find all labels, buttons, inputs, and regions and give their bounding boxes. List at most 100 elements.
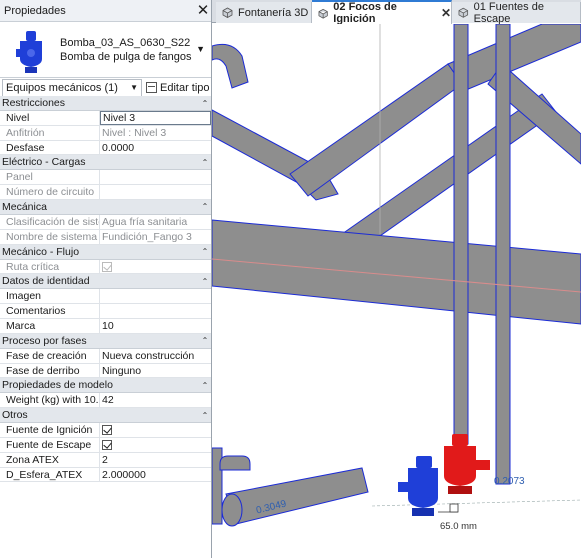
property-value: Fundición_Fango 3 <box>102 230 192 243</box>
property-value: Nivel : Nivel 3 <box>102 126 167 139</box>
property-row: Marca 10 <box>0 318 211 334</box>
group-label: Mecánico - Flujo <box>2 245 80 258</box>
tab-fontaneria-3d[interactable]: Fontanería 3D <box>216 2 312 23</box>
collapse-chevron-icon[interactable]: ⌃ <box>199 158 211 167</box>
collapse-chevron-icon[interactable]: ⌃ <box>199 277 211 286</box>
group-header[interactable]: Otros ⌃ <box>0 408 211 424</box>
property-name: Fuente de Ignición <box>0 423 100 437</box>
red-pump[interactable] <box>444 434 490 494</box>
close-icon[interactable]: ✕ <box>195 0 211 22</box>
property-row: Anfitrión Nivel : Nivel 3 <box>0 125 211 141</box>
group-label: Eléctrico - Cargas <box>2 156 86 169</box>
filter-row: Equipos mecánicos (1) ▼ Editar tipo <box>0 78 211 98</box>
group-label: Restricciones <box>2 97 66 109</box>
property-name: Ruta crítica <box>0 259 100 274</box>
group-label: Mecánica <box>2 200 47 213</box>
collapse-chevron-icon[interactable]: ⌃ <box>199 99 211 108</box>
property-value[interactable] <box>100 289 211 303</box>
group-header[interactable]: Restricciones ⌃ <box>0 96 211 111</box>
property-row: Fuente de Escape <box>0 437 211 453</box>
property-value[interactable]: Nueva construcción <box>100 349 211 363</box>
property-row: Panel <box>0 170 211 186</box>
group-header[interactable]: Propiedades de modelo ⌃ <box>0 378 211 394</box>
tab-label: 01 Fuentes de Escape <box>473 0 544 25</box>
edit-type-label: Editar tipo <box>160 81 210 94</box>
group-header[interactable]: Eléctrico - Cargas ⌃ <box>0 155 211 171</box>
property-name: Anfitrión <box>0 125 100 140</box>
property-name: Nombre de sistema <box>0 229 100 244</box>
collapse-chevron-icon[interactable]: ⌃ <box>199 247 211 256</box>
property-checkbox-cell[interactable] <box>100 423 211 437</box>
pipe-vertical-riser-1[interactable] <box>453 24 469 445</box>
3d-view-icon <box>318 8 328 19</box>
pipe-cap[interactable] <box>219 455 251 471</box>
property-row: Weight (kg) with 10... 42 <box>0 393 211 409</box>
edit-type-button[interactable]: Editar tipo <box>146 82 210 94</box>
property-row: Imagen <box>0 289 211 305</box>
property-value[interactable]: Nivel 3 <box>100 111 211 125</box>
property-row: Comentarios <box>0 304 211 319</box>
property-checkbox-cell <box>100 260 211 274</box>
collapse-chevron-icon[interactable]: ⌃ <box>199 381 211 390</box>
pipe-lower-diagonal[interactable] <box>225 467 369 525</box>
type-dropdown-icon[interactable]: ▼ <box>196 44 205 54</box>
checkbox[interactable] <box>102 425 112 436</box>
edit-type-icon <box>146 82 157 93</box>
collapse-chevron-icon[interactable]: ⌃ <box>199 411 211 420</box>
property-row: Número de circuito <box>0 185 211 200</box>
palette-title: Propiedades <box>4 4 66 17</box>
collapse-chevron-icon[interactable]: ⌃ <box>199 202 211 211</box>
tab-fuentes-de-escape[interactable]: 01 Fuentes de Escape <box>452 0 581 25</box>
checkbox <box>102 261 112 272</box>
view-tabs: Fontanería 3D 02 Focos de Ignición ✕ 01 … <box>212 0 581 25</box>
tab-label: 02 Focos de Ignición <box>333 1 397 25</box>
property-value[interactable]: 42 <box>100 393 211 407</box>
property-value[interactable]: 2 <box>100 453 211 467</box>
type-family: Bomba_03_AS_0630_S22 <box>60 36 191 49</box>
group-header[interactable]: Proceso por fases ⌃ <box>0 333 211 349</box>
3d-view-icon <box>458 7 469 18</box>
group-label: Otros <box>2 409 28 422</box>
group-header[interactable]: Mecánica ⌃ <box>0 199 211 215</box>
property-value[interactable]: Ninguno <box>100 364 211 378</box>
pipe-vertical-riser-2[interactable] <box>495 24 511 485</box>
pipe-horizontal-main[interactable] <box>212 219 581 325</box>
group-label: Proceso por fases <box>2 334 87 347</box>
checkbox[interactable] <box>102 439 112 450</box>
property-name: Marca <box>0 318 100 333</box>
properties-grid: Restricciones ⌃ Nivel Nivel 3 Anfitrión Nivel… <box>0 96 211 558</box>
close-tab-icon[interactable]: ✕ <box>441 6 451 20</box>
category-filter-select[interactable]: Equipos mecánicos (1) ▼ <box>2 78 142 97</box>
property-value: Agua fría sanitaria <box>102 215 188 228</box>
property-row: Zona ATEX 2 <box>0 452 211 468</box>
pipe-end-flange[interactable] <box>221 493 243 527</box>
pipe-elbow-top-left[interactable] <box>212 43 249 89</box>
property-checkbox-cell[interactable] <box>100 438 211 452</box>
collapse-chevron-icon[interactable]: ⌃ <box>199 336 211 345</box>
group-header[interactable]: Datos de identidad ⌃ <box>0 274 211 290</box>
property-name: Panel <box>0 170 100 185</box>
property-value <box>100 170 211 184</box>
property-value[interactable]: 2.000000 <box>100 468 211 482</box>
group-label: Datos de identidad <box>2 275 90 288</box>
property-name: Clasificación de siste... <box>0 214 100 229</box>
properties-palette: Propiedades ✕ Bomba_03_AS_0630_S22 Bomba… <box>0 0 212 558</box>
property-name: Comentarios <box>0 304 100 318</box>
type-names: Bomba_03_AS_0630_S22 Bomba de pulga de f… <box>60 36 192 64</box>
pump-thumbnail-icon <box>16 30 42 73</box>
property-value[interactable]: 10 <box>100 319 211 333</box>
3d-viewport[interactable]: 0.3049 0.2073 65.0 mm <box>212 24 581 558</box>
property-name: Zona ATEX <box>0 452 100 467</box>
property-row: Ruta crítica <box>0 259 211 275</box>
group-label: Propiedades de modelo <box>2 379 113 392</box>
type-selector[interactable]: Bomba_03_AS_0630_S22 Bomba de pulga de f… <box>0 22 211 78</box>
property-name: Fase de derribo <box>0 363 100 378</box>
tab-focos-de-ignicion[interactable]: 02 Focos de Ignición ✕ <box>312 0 452 25</box>
property-value[interactable] <box>100 304 211 318</box>
blue-pump[interactable] <box>398 456 438 516</box>
property-value[interactable]: 0.0000 <box>100 141 211 155</box>
group-header[interactable]: Mecánico - Flujo ⌃ <box>0 244 211 260</box>
property-name: Weight (kg) with 10... <box>0 393 100 408</box>
property-name: Nivel <box>0 111 100 125</box>
model-canvas[interactable] <box>212 24 581 558</box>
